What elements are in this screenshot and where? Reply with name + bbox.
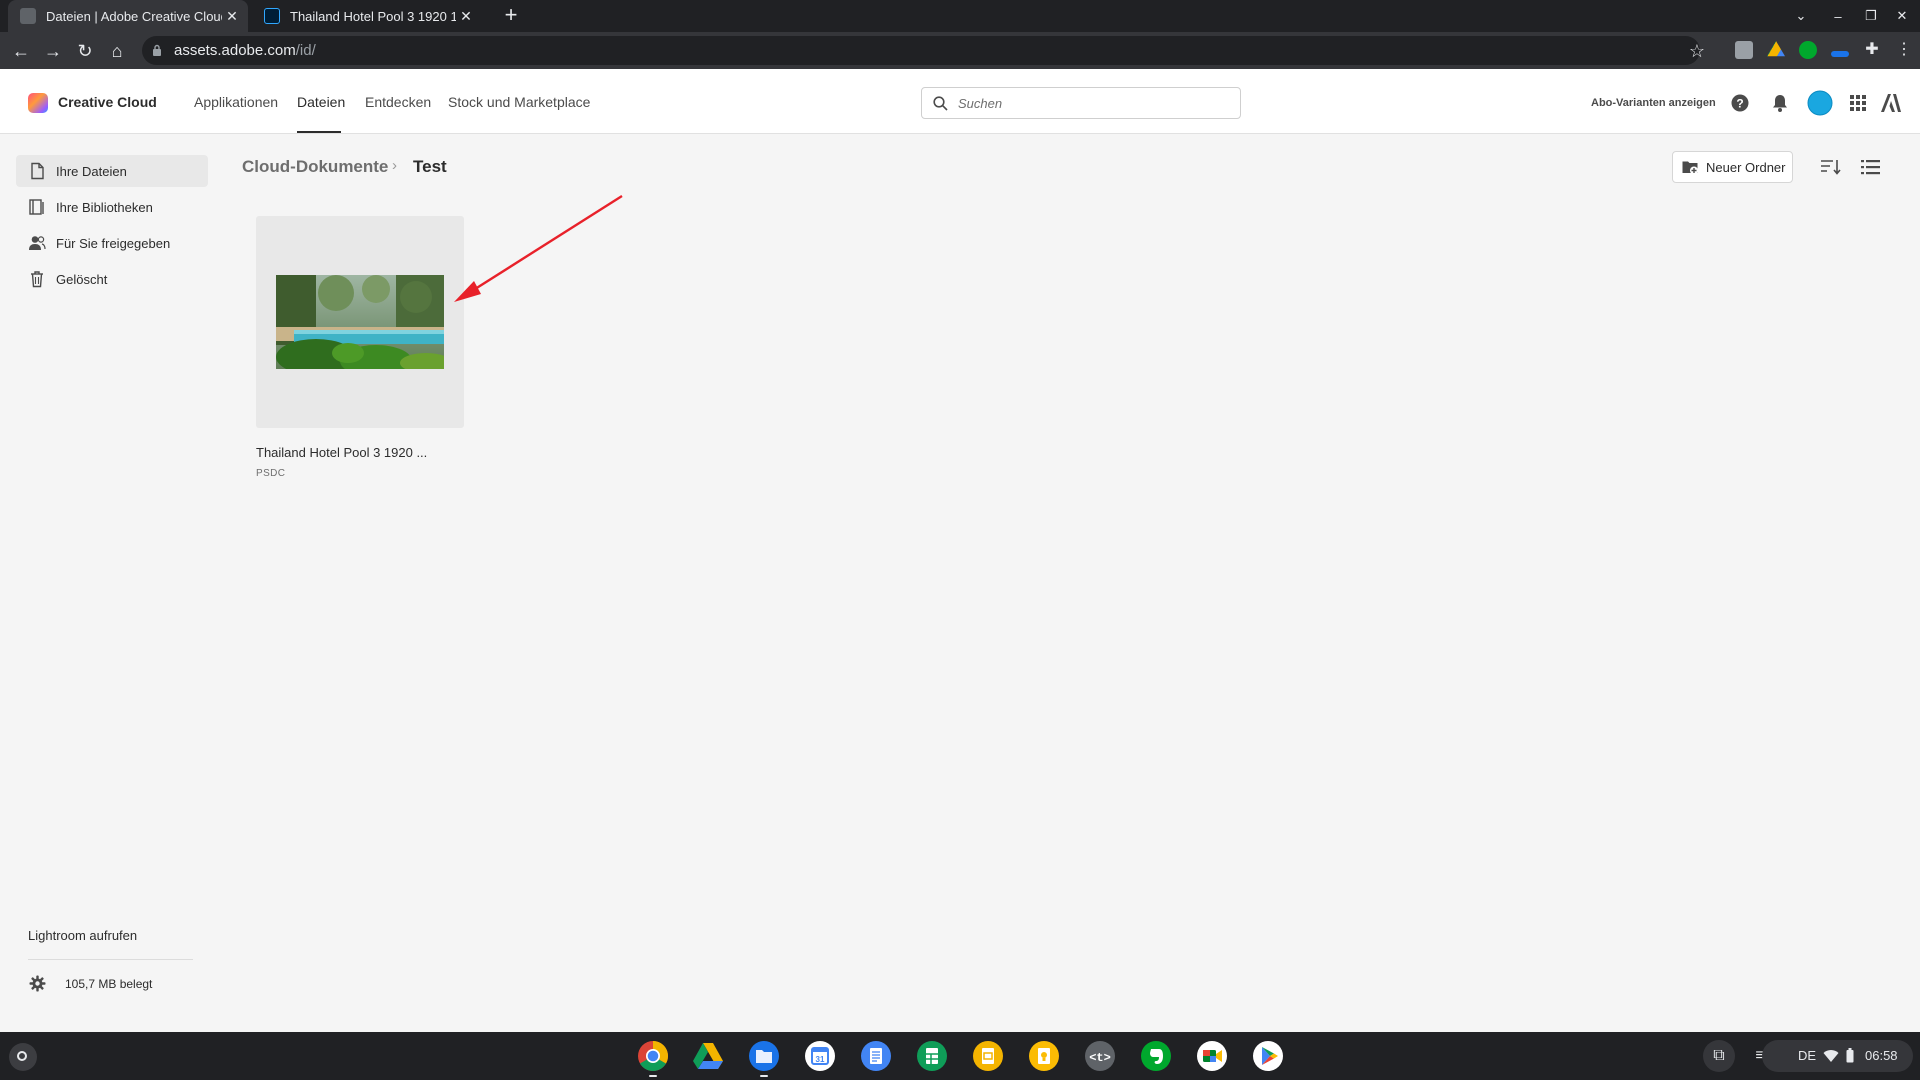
sidebar-item-label: Ihre Bibliotheken [56,199,153,215]
keyboard-language: DE [1798,1048,1817,1063]
search-input[interactable] [956,93,1226,113]
active-nav-indicator [297,131,341,133]
svg-text:31: 31 [816,1055,825,1064]
url-path: /id/ [295,42,316,59]
meet-app-icon[interactable] [1196,1040,1228,1072]
storage-usage: 105,7 MB belegt [65,977,153,991]
tab-title: Thailand Hotel Pool 3 1920 1080 [290,8,456,24]
adobe-favicon [20,8,36,24]
plans-link[interactable]: Abo-Varianten anzeigen [1591,97,1716,109]
sidebar-item-ihre-bibliotheken[interactable]: Ihre Bibliotheken [16,191,208,223]
extension-evernote-icon[interactable] [1799,41,1817,59]
browser-menu-icon[interactable]: ⋮ [1895,41,1913,59]
new-folder-icon [1682,161,1698,175]
library-icon [29,199,44,215]
extensions-bar: ✚ ⋮ [1728,38,1920,62]
sidebar-item-ihre-dateien[interactable]: Ihre Dateien [16,155,208,187]
docs-app-icon[interactable] [860,1040,892,1072]
search-box [921,87,1241,119]
new-folder-button[interactable]: Neuer Ordner [1672,151,1793,183]
notifications-bell-icon[interactable] [1770,93,1790,113]
back-icon[interactable]: ← [10,40,32,62]
drive-app-icon[interactable] [692,1040,724,1072]
calendar-app-icon[interactable]: 31 [804,1040,836,1072]
sort-icon[interactable] [1820,157,1842,177]
wifi-icon [1823,1050,1839,1062]
forward-icon[interactable]: → [42,40,64,62]
shared-users-icon [29,236,46,250]
tab-close-icon[interactable]: ✕ [456,8,476,25]
help-icon[interactable]: ? [1730,93,1750,113]
close-window-icon[interactable]: ✕ [1893,0,1911,32]
extension-drive-icon[interactable] [1767,41,1785,57]
bookmark-star-icon[interactable]: ☆ [1686,40,1708,62]
file-icon [31,162,44,180]
new-tab-button[interactable]: + [499,4,523,28]
running-indicator [649,1075,657,1077]
sidebar-item-label: Ihre Dateien [56,163,127,179]
extensions-puzzle-icon[interactable]: ✚ [1863,41,1881,59]
avatar[interactable] [1807,90,1833,116]
text-editor-app-icon[interactable]: <t> [1084,1040,1116,1072]
svg-text:<t>: <t> [1089,1051,1111,1065]
breadcrumb-cloud-dokumente[interactable]: Cloud-Dokumente [242,157,388,177]
file-type: PSDC [256,468,286,479]
photoshop-favicon [264,8,280,24]
adobe-logo-icon[interactable] [1880,93,1902,113]
list-view-icon[interactable] [1860,157,1882,177]
running-indicator [760,1075,768,1077]
search-icon [933,96,948,111]
nav-stock-marketplace[interactable]: Stock und Marketplace [448,94,590,110]
breadcrumb-chevron-icon: › [392,157,397,174]
tab-close-icon[interactable]: ✕ [222,8,242,25]
tab-search-icon[interactable]: ⌄ [1790,0,1812,32]
sidebar-item-geloescht[interactable]: Gelöscht [16,263,208,295]
sidebar-item-label: Für Sie freigegeben [56,235,171,251]
os-shelf [0,1032,1920,1080]
chrome-app-icon[interactable] [637,1040,669,1072]
nav-applikationen[interactable]: Applikationen [194,94,278,110]
play-store-app-icon[interactable] [1252,1040,1284,1072]
brand-name[interactable]: Creative Cloud [58,94,157,110]
annotation-arrow [454,194,623,302]
extension-screenshot-icon[interactable] [1735,41,1753,59]
extension-wave-icon[interactable] [1831,51,1849,57]
reload-icon[interactable]: ↻ [74,40,96,62]
launcher-icon[interactable] [9,1043,37,1071]
svg-text:?: ? [1736,97,1743,111]
evernote-app-icon[interactable] [1140,1040,1172,1072]
home-icon[interactable]: ⌂ [106,40,128,62]
breadcrumb-current-folder: Test [413,157,447,176]
tab-title: Dateien | Adobe Creative Cloud [46,8,222,24]
file-title[interactable]: Thailand Hotel Pool 3 1920 ... [256,445,427,460]
nav-entdecken[interactable]: Entdecken [365,94,431,110]
sheets-app-icon[interactable] [916,1040,948,1072]
new-folder-label: Neuer Ordner [1706,159,1786,175]
clock-time: 06:58 [1865,1048,1898,1063]
lock-icon [153,44,161,56]
battery-icon [1846,1048,1854,1063]
minimize-icon[interactable]: – [1829,0,1847,32]
apps-grid-icon[interactable] [1848,93,1868,113]
trash-icon [31,271,43,288]
file-thumbnail[interactable] [276,275,444,369]
nav-dateien[interactable]: Dateien [297,94,345,110]
tab-photoshop-file[interactable]: Thailand Hotel Pool 3 1920 1080 ✕ [252,0,482,32]
sidebar-item-fuer-sie-freigegeben[interactable]: Für Sie freigegeben [16,227,208,259]
files-app-icon[interactable] [748,1040,780,1072]
creative-cloud-logo-icon[interactable] [28,93,48,113]
holding-space-icon[interactable]: ⧉ [1703,1040,1735,1072]
tab-adobe-files[interactable]: Dateien | Adobe Creative Cloud ✕ [8,0,248,32]
slides-app-icon[interactable] [972,1040,1004,1072]
sidebar-item-label: Gelöscht [56,271,108,287]
restore-icon[interactable]: ❐ [1862,0,1880,32]
url-host: assets.adobe.com [174,42,296,59]
address-bar[interactable] [142,36,1700,65]
keep-app-icon[interactable] [1028,1040,1060,1072]
lightroom-link[interactable]: Lightroom aufrufen [28,928,137,943]
settings-gear-icon[interactable] [29,975,46,992]
sidebar-divider [28,959,193,960]
url-text[interactable]: assets.adobe.com/id/ [174,42,316,59]
